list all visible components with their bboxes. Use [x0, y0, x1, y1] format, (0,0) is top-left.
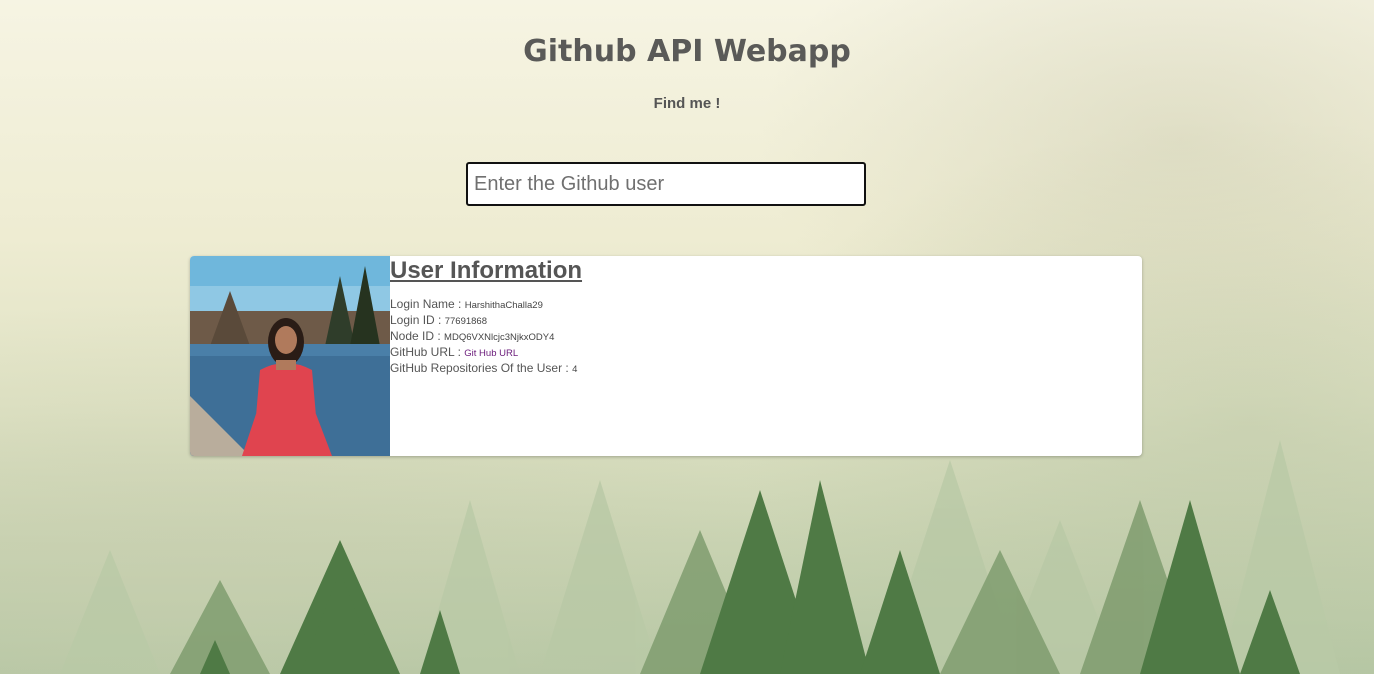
login-id-row: Login ID : 77691868 — [390, 313, 1142, 329]
repos-count-value: 4 — [572, 364, 578, 375]
user-avatar-photo — [190, 256, 390, 456]
user-info-section: User Information Login Name : HarshithaC… — [390, 256, 1142, 456]
login-name-row: Login Name : HarshithaChalla29 — [390, 297, 1142, 313]
node-id-value: MDQ6VXNlcjc3NjkxODY4 — [444, 332, 555, 343]
github-user-search-input[interactable] — [466, 162, 866, 206]
node-id-label: Node ID : — [390, 329, 441, 343]
node-id-row: Node ID : MDQ6VXNlcjc3NjkxODY4 — [390, 329, 1142, 345]
login-name-value: HarshithaChalla29 — [464, 300, 543, 311]
login-name-label: Login Name : — [390, 297, 462, 311]
login-id-value: 77691868 — [444, 316, 487, 327]
github-url-label: GitHub URL : — [390, 345, 461, 359]
user-info-list: Login Name : HarshithaChalla29 Login ID … — [390, 297, 1142, 377]
page-title: Github API Webapp — [523, 34, 851, 69]
github-url-link[interactable]: Git Hub URL — [464, 348, 518, 359]
github-url-row: GitHub URL : Git Hub URL — [390, 345, 1142, 361]
login-id-label: Login ID : — [390, 313, 442, 327]
user-info-card: User Information Login Name : HarshithaC… — [190, 256, 1142, 456]
repos-row: GitHub Repositories Of the User : 4 — [390, 361, 1142, 377]
repos-label: GitHub Repositories Of the User : — [390, 361, 569, 375]
user-info-heading: User Information — [390, 257, 583, 284]
page-subtitle: Find me ! — [653, 95, 721, 112]
